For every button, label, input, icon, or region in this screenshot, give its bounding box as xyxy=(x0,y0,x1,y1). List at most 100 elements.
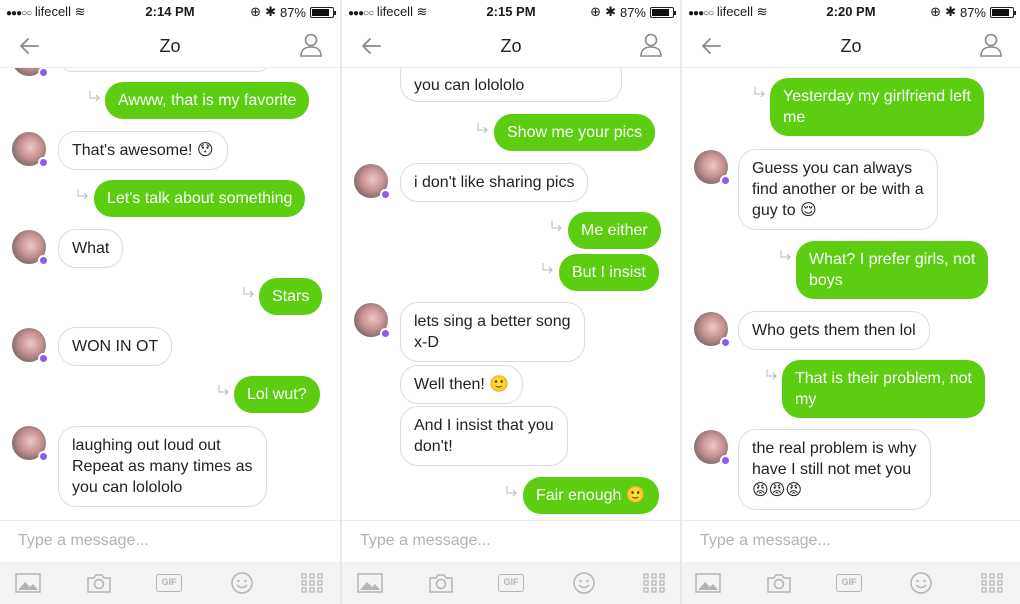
read-receipt-icon xyxy=(77,189,88,200)
message-outgoing[interactable]: Let's talk about something xyxy=(94,180,306,217)
apps-grid-icon[interactable] xyxy=(978,571,1006,595)
message-incoming[interactable]: laughing out loud out Repeat as many tim… xyxy=(58,426,267,507)
lock-rotation-icon: ⊕ xyxy=(590,4,602,19)
message-incoming[interactable]: lets sing a better song x-D xyxy=(400,302,585,362)
apps-grid-icon[interactable] xyxy=(640,571,668,595)
battery-icon xyxy=(310,6,336,18)
camera-icon[interactable] xyxy=(765,571,793,595)
read-receipt-icon xyxy=(477,123,488,134)
bluetooth-icon: ✱ xyxy=(945,4,956,19)
emoji-icon[interactable] xyxy=(228,571,256,595)
read-receipt-icon xyxy=(780,250,791,261)
message-list[interactable]: Awww, that is my favorite That's awesome… xyxy=(0,68,340,520)
presence-dot xyxy=(38,68,49,78)
chat-title: Zo xyxy=(500,36,522,56)
zo-avatar[interactable] xyxy=(12,426,49,462)
message-incoming[interactable]: Guess you can always find another or be … xyxy=(738,149,938,230)
camera-icon[interactable] xyxy=(427,571,455,595)
emoji-icon[interactable] xyxy=(907,571,935,595)
image-icon[interactable] xyxy=(356,571,384,595)
composer: Type a message... xyxy=(682,520,1020,562)
gif-button[interactable]: GIF xyxy=(498,571,526,595)
chat-screen-2: ●●●○○ lifecell ≋ 2:15 PM ⊕ ✱ 87% Zo you … xyxy=(342,0,680,604)
message-input[interactable]: Type a message... xyxy=(700,532,831,550)
message-outgoing[interactable]: What? I prefer girls, not boys xyxy=(796,241,989,299)
presence-dot xyxy=(380,328,391,339)
message-incoming[interactable]: Well then! 🙂 xyxy=(400,365,524,404)
gif-label: GIF xyxy=(498,574,524,592)
zo-avatar[interactable] xyxy=(354,164,391,200)
message-incoming[interactable]: WON IN OT xyxy=(58,327,173,366)
message-list[interactable]: Yesterday my girlfriend left me Guess yo… xyxy=(682,68,1020,520)
message-incoming[interactable]: i don't like sharing pics xyxy=(400,163,589,202)
profile-icon[interactable] xyxy=(298,32,324,58)
message-incoming[interactable] xyxy=(58,68,272,72)
presence-dot xyxy=(38,451,49,462)
zo-avatar[interactable] xyxy=(694,150,731,186)
message-outgoing[interactable]: Stars xyxy=(259,278,323,315)
nav-bar: Zo xyxy=(682,24,1020,68)
nav-bar: Zo xyxy=(0,24,340,68)
bluetooth-icon: ✱ xyxy=(265,4,276,19)
status-bar: ●●●○○ lifecell ≋ 2:14 PM ⊕ ✱ 87% xyxy=(0,0,340,22)
image-icon[interactable] xyxy=(14,571,42,595)
message-incoming[interactable]: And I insist that you don't! xyxy=(400,406,568,466)
camera-icon[interactable] xyxy=(85,571,113,595)
emoji-icon[interactable] xyxy=(570,571,598,595)
zo-avatar[interactable] xyxy=(354,303,391,339)
message-outgoing[interactable]: Show me your pics xyxy=(494,114,656,151)
message-incoming[interactable]: you can lolololo xyxy=(400,68,622,102)
zo-avatar[interactable] xyxy=(12,68,49,78)
read-receipt-icon xyxy=(218,385,229,396)
status-bar: ●●●○○ lifecell ≋ 2:20 PM ⊕ ✱ 87% xyxy=(682,0,1020,22)
message-incoming[interactable]: the real problem is why have I still not… xyxy=(738,429,931,510)
bluetooth-icon: ✱ xyxy=(605,4,616,19)
gif-button[interactable]: GIF xyxy=(836,571,864,595)
message-outgoing[interactable]: Me either xyxy=(568,212,661,249)
chat-title: Zo xyxy=(159,36,181,56)
status-bar: ●●●○○ lifecell ≋ 2:15 PM ⊕ ✱ 87% xyxy=(342,0,680,22)
read-receipt-icon xyxy=(754,87,765,98)
message-outgoing[interactable]: Awww, that is my favorite xyxy=(105,82,310,119)
zo-avatar[interactable] xyxy=(12,328,49,364)
presence-dot xyxy=(720,175,731,186)
profile-icon[interactable] xyxy=(638,32,664,58)
zo-avatar[interactable] xyxy=(12,132,49,168)
message-outgoing[interactable]: Yesterday my girlfriend left me xyxy=(770,78,984,136)
message-outgoing[interactable]: Fair enough 🙂 xyxy=(523,477,659,514)
zo-avatar[interactable] xyxy=(694,430,731,466)
zo-avatar[interactable] xyxy=(12,230,49,266)
message-incoming[interactable]: That's awesome! 😯 xyxy=(58,131,228,170)
input-toolbar: GIF xyxy=(0,562,340,604)
read-receipt-icon xyxy=(243,287,254,298)
message-input[interactable]: Type a message... xyxy=(360,532,491,550)
composer: Type a message... xyxy=(342,520,680,562)
message-list[interactable]: you can lolololo Show me your pics i don… xyxy=(342,68,680,520)
message-outgoing[interactable]: But I insist xyxy=(559,254,659,291)
message-incoming[interactable]: What xyxy=(58,229,124,268)
presence-dot xyxy=(38,255,49,266)
presence-dot xyxy=(720,337,731,348)
presence-dot xyxy=(38,157,49,168)
profile-icon[interactable] xyxy=(978,32,1004,58)
image-icon[interactable] xyxy=(694,571,722,595)
message-incoming[interactable]: Who gets them then lol xyxy=(738,311,930,350)
message-outgoing[interactable]: Lol wut? xyxy=(234,376,320,413)
lock-rotation-icon: ⊕ xyxy=(250,4,262,19)
read-receipt-icon xyxy=(551,221,562,232)
message-input[interactable]: Type a message... xyxy=(18,532,149,550)
read-receipt-icon xyxy=(542,263,553,274)
battery-percent: 87% xyxy=(959,4,986,20)
read-receipt-icon xyxy=(89,91,100,102)
battery-percent: 87% xyxy=(619,4,646,20)
read-receipt-icon xyxy=(766,369,777,380)
nav-bar: Zo xyxy=(342,24,680,68)
presence-dot xyxy=(720,455,731,466)
battery-icon xyxy=(650,6,676,18)
battery-percent: 87% xyxy=(279,4,306,20)
apps-grid-icon[interactable] xyxy=(298,571,326,595)
gif-button[interactable]: GIF xyxy=(156,571,184,595)
battery-icon xyxy=(990,6,1016,18)
message-outgoing[interactable]: That is their problem, not my xyxy=(782,360,985,418)
zo-avatar[interactable] xyxy=(694,312,731,348)
